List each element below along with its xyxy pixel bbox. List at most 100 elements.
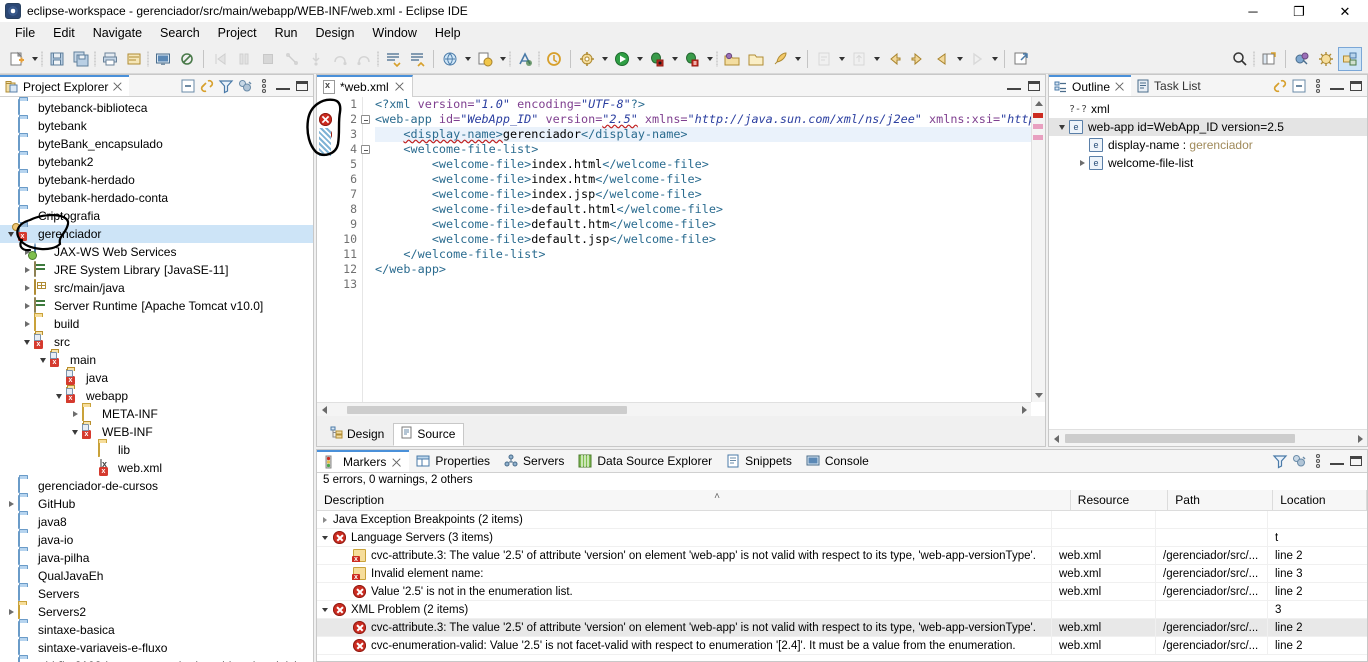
new-wizard-dropdown-icon[interactable] (29, 47, 40, 71)
error-marker-icon[interactable] (319, 113, 332, 126)
tree-item-java8[interactable]: java8 (0, 513, 313, 531)
code-line[interactable] (375, 277, 1045, 292)
markers-rows[interactable]: Java Exception Breakpoints (2 items) Lang… (317, 510, 1367, 655)
expand-arrow-expanded-icon[interactable] (317, 607, 333, 612)
tree-item-main[interactable]: x main (0, 351, 313, 369)
code-line[interactable]: <welcome-file>index.html</welcome-file> (375, 157, 1045, 172)
tab-outline[interactable]: Outline (1049, 75, 1132, 96)
scroll-right-arrow[interactable] (1017, 403, 1031, 416)
open-perspective-button[interactable] (1257, 47, 1281, 71)
step-into-icon[interactable] (304, 47, 328, 71)
menu-run[interactable]: Run (266, 24, 307, 42)
run-icon[interactable] (610, 47, 634, 71)
tree-item-lib[interactable]: lib (0, 441, 313, 459)
run-dropdown-icon[interactable] (634, 47, 645, 71)
code-line[interactable]: </web-app> (375, 262, 1045, 277)
tree-item-gerenciador-de-cursos[interactable]: gerenciador-de-cursos (0, 477, 313, 495)
tree-item-criptografia[interactable]: Criptografia (0, 207, 313, 225)
maximize-icon[interactable] (293, 77, 310, 94)
expand-arrow-expanded-icon[interactable] (1055, 118, 1069, 136)
back-icon[interactable] (882, 47, 906, 71)
tree-item-webapp[interactable]: x webapp (0, 387, 313, 405)
code-line[interactable]: <welcome-file>default.html</welcome-file… (375, 202, 1045, 217)
expand-arrow-collapsed-icon[interactable] (20, 297, 34, 315)
tab-properties[interactable]: Properties (409, 450, 497, 472)
markers-item-row[interactable]: Value '2.5' is not in the enumeration li… (317, 582, 1367, 601)
expand-arrow-expanded-icon[interactable] (317, 535, 333, 540)
open-perspective-icon[interactable] (720, 47, 744, 71)
tab-task-list[interactable]: Task List (1131, 75, 1207, 96)
minimize-icon[interactable] (274, 77, 291, 94)
markers-group-row[interactable]: Language Servers (3 items) t (317, 528, 1367, 547)
column-header-location[interactable]: Location (1273, 490, 1367, 510)
tree-item-bytebank-herdado[interactable]: bytebank-herdado (0, 171, 313, 189)
scroll-left-arrow[interactable] (1049, 432, 1063, 445)
maximize-icon[interactable] (1025, 77, 1042, 94)
tab-project-explorer[interactable]: Project Explorer (0, 75, 130, 96)
collapse-all-icon[interactable] (179, 77, 196, 94)
expand-arrow-expanded-icon[interactable] (20, 333, 34, 351)
resume-icon[interactable] (208, 47, 232, 71)
maximize-icon[interactable] (1347, 453, 1364, 470)
project-tree[interactable]: bytebanck-biblioteca bytebank byteBank_enc… (0, 97, 313, 662)
tab-servers[interactable]: Servers (497, 450, 571, 472)
scroll-up-arrow[interactable] (1032, 97, 1045, 110)
code-line[interactable]: </welcome-file-list> (375, 247, 1045, 262)
tree-item-bytebank-encapsulado[interactable]: byteBank_encapsulado (0, 135, 313, 153)
markers-table[interactable]: Description Resource Path Location ˄ Java Ex… (317, 490, 1367, 661)
toggle-breadcrumb-icon[interactable] (122, 47, 146, 71)
coverage-icon[interactable] (680, 47, 704, 71)
minimize-icon[interactable] (1328, 453, 1345, 470)
overview-marker[interactable] (1033, 124, 1043, 129)
code-line[interactable]: <web-app id="WebApp_ID" version="2.5" xm… (375, 112, 1045, 127)
tree-item-web-xml[interactable]: x web.xml (0, 459, 313, 477)
tab-design[interactable]: Design (323, 423, 393, 446)
previous-annotation-icon[interactable] (405, 47, 429, 71)
menu-project[interactable]: Project (209, 24, 266, 42)
last-edit-icon[interactable] (847, 47, 871, 71)
menu-search[interactable]: Search (151, 24, 209, 42)
editor-vertical-scrollbar[interactable] (1031, 97, 1045, 402)
editor-text-area[interactable]: 1 2 3 4 5 6 7 8 9 10 11 12 13 <?xml version="1.0" en… (317, 97, 1045, 416)
tree-item-github[interactable]: GitHub (0, 495, 313, 513)
pin-editor-icon[interactable] (1009, 47, 1033, 71)
link-with-editor-icon[interactable] (198, 77, 215, 94)
column-header-resource[interactable]: Resource (1071, 490, 1169, 510)
tree-item-src-main-java[interactable]: src/main/java (0, 279, 313, 297)
outline-horizontal-scrollbar[interactable] (1049, 429, 1367, 446)
open-task-icon[interactable] (542, 47, 566, 71)
tab-console[interactable]: Console (799, 450, 876, 472)
code-line[interactable]: <welcome-file>index.htm</welcome-file> (375, 172, 1045, 187)
code-line[interactable]: <welcome-file-list> (375, 142, 1045, 157)
next-annotation-icon[interactable] (381, 47, 405, 71)
markers-group-row[interactable]: XML Problem (2 items) 3 (317, 600, 1367, 619)
view-filter-icon[interactable] (217, 77, 234, 94)
tree-item-bytebanck-biblioteca[interactable]: bytebanck-biblioteca (0, 99, 313, 117)
expand-arrow-expanded-icon[interactable] (36, 351, 50, 369)
editor-horizontal-scrollbar[interactable] (317, 402, 1031, 416)
maximize-icon[interactable] (1347, 77, 1364, 94)
suspend-icon[interactable] (232, 47, 256, 71)
expand-arrow-collapsed-icon[interactable] (1075, 154, 1089, 172)
code-line[interactable]: <welcome-file>index.jsp</welcome-file> (375, 187, 1045, 202)
perspective-debug-icon[interactable] (1314, 47, 1338, 71)
overview-marker[interactable] (1033, 113, 1043, 118)
open-console-icon[interactable] (151, 47, 175, 71)
view-menu-dots-icon[interactable] (1309, 453, 1326, 470)
tree-item-tdd[interactable]: tdd[in 2108-java-tester-unitarios-tdd-pr… (0, 657, 313, 662)
tree-item-jax-ws-web-services[interactable]: JAX-WS Web Services (0, 243, 313, 261)
tree-item-sintaxe-basica[interactable]: sintaxe-basica (0, 621, 313, 639)
view-menu-icon[interactable] (1309, 77, 1326, 94)
open-folder-icon[interactable] (744, 47, 768, 71)
tab-snippets[interactable]: Snippets (719, 450, 799, 472)
outline-item-web-app-id-webapp-id-version-2-5[interactable]: e web-app id=WebApp_ID version=2.5 (1049, 118, 1367, 136)
link-with-editor-icon[interactable] (1271, 77, 1288, 94)
outline-item-display-name[interactable]: e display-name : gerenciador (1049, 136, 1367, 154)
tree-item-qualjavaeh[interactable]: QualJavaEh (0, 567, 313, 585)
quick-access-search-icon[interactable] (1228, 47, 1252, 71)
disconnect-icon[interactable] (280, 47, 304, 71)
tree-item-web-inf[interactable]: x WEB-INF (0, 423, 313, 441)
menu-edit[interactable]: Edit (44, 24, 84, 42)
expand-arrow-collapsed-icon[interactable] (68, 405, 82, 423)
new-java-project-icon[interactable] (438, 47, 462, 71)
